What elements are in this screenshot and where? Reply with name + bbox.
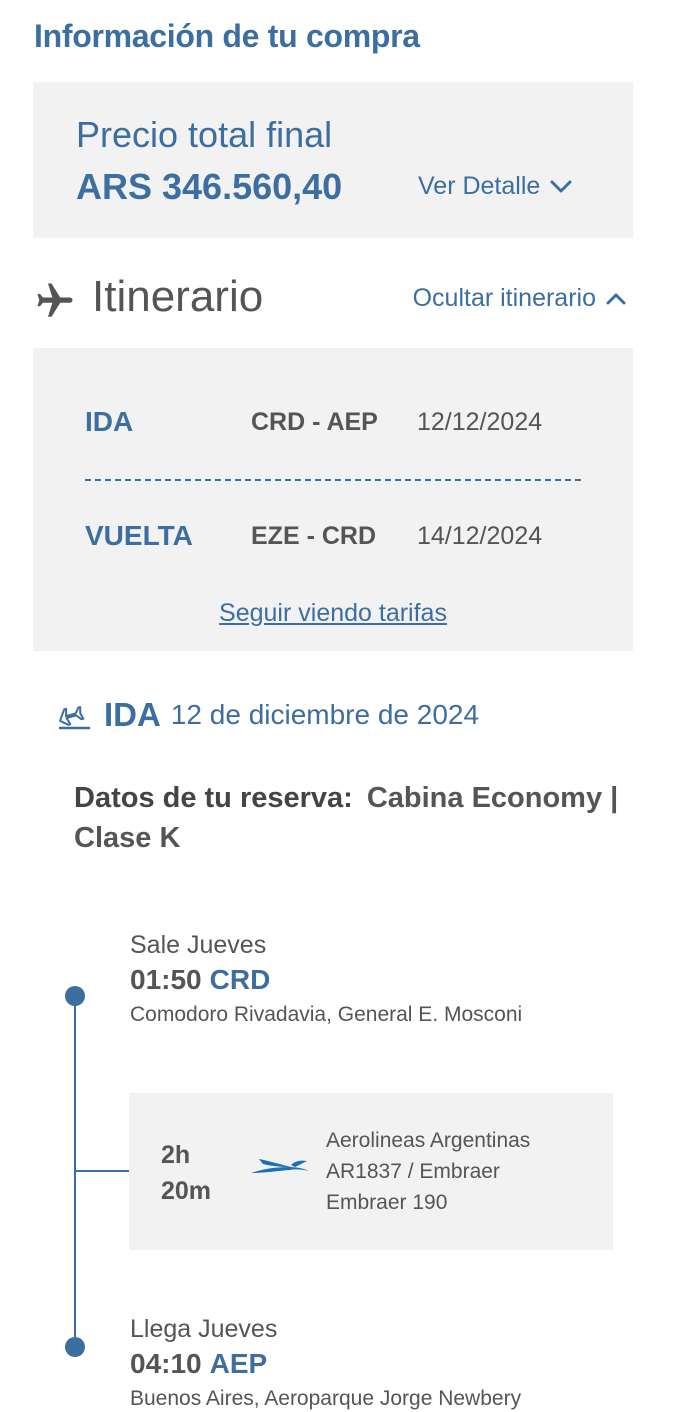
departure-time: 01:50 (130, 964, 202, 995)
itinerary-leg-ida: IDA CRD - AEP 12/12/2024 (85, 406, 585, 446)
price-card: Precio total final ARS 346.560,40 Ver De… (33, 82, 633, 238)
outbound-header: IDA 12 de diciembre de 2024 (56, 694, 479, 736)
outbound-label: IDA (104, 696, 161, 733)
purchase-info-title: Información de tu compra (34, 18, 420, 54)
departure-day: Sale Jueves (130, 931, 267, 959)
aerolineas-argentinas-logo (251, 1159, 309, 1173)
more-fares-link[interactable]: Seguir viendo tarifas (33, 599, 633, 628)
departure-code: CRD (209, 964, 271, 995)
booking-label: Datos de tu reserva: (74, 782, 353, 814)
timeline-line (74, 996, 76, 1348)
arrival-stop: Llega Jueves 04:10 AEP Buenos Aires, Aero… (130, 1312, 650, 1412)
flight-info: Aerolineas Argentinas AR1837 / Embraer E… (326, 1125, 530, 1218)
arrival-place: Buenos Aires, Aeroparque Jorge Newbery (130, 1387, 522, 1410)
itinerary-card: IDA CRD - AEP 12/12/2024 VUELTA EZE - CR… (33, 348, 633, 651)
airline-name: Aerolineas Argentinas (326, 1129, 531, 1152)
itinerary-title: Itinerario (92, 272, 264, 321)
duration-minutes: 20m (161, 1177, 212, 1205)
leg-date: 14/12/2024 (417, 522, 543, 550)
itinerary-leg-vuelta: VUELTA EZE - CRD 14/12/2024 (85, 520, 585, 560)
price-label: Precio total final (76, 114, 333, 155)
chevron-up-icon (606, 293, 626, 305)
departure-dot (65, 986, 85, 1006)
leg-type: IDA (85, 406, 134, 437)
outbound-date: 12 de diciembre de 2024 (170, 699, 480, 730)
arrival-day: Llega Jueves (130, 1315, 278, 1343)
arrival-code: AEP (209, 1348, 268, 1379)
arrival-time-row: 04:10 AEP (130, 1346, 650, 1382)
flight-departure-icon (58, 706, 91, 730)
itinerary-header: Itinerario Ocultar itinerario (34, 272, 634, 328)
price-value: ARS 346.560,40 (76, 166, 343, 207)
leg-date: 12/12/2024 (417, 408, 543, 436)
timeline-branch (74, 1170, 130, 1172)
departure-place: Comodoro Rivadavia, General E. Mosconi (130, 1003, 523, 1026)
leg-type: VUELTA (85, 520, 193, 551)
airplane-icon (37, 283, 73, 317)
aircraft-model: Embraer 190 (326, 1191, 448, 1214)
leg-divider (85, 479, 581, 481)
duration-hours: 2h (161, 1141, 191, 1169)
view-detail-button[interactable]: Ver Detalle (418, 172, 572, 201)
hide-itinerary-button[interactable]: Ocultar itinerario (413, 284, 626, 313)
flight-segment-card: 2h 20m Aerolineas Argentinas AR1837 / Em… (129, 1093, 613, 1250)
arrival-dot (65, 1337, 85, 1357)
view-detail-label: Ver Detalle (418, 172, 541, 200)
booking-details: Datos de tu reserva: Cabina Economy | Cla… (74, 778, 634, 858)
chevron-down-icon (550, 180, 572, 192)
flight-duration: 2h 20m (161, 1137, 241, 1209)
leg-route: EZE - CRD (251, 522, 376, 550)
departure-time-row: 01:50 CRD (130, 962, 650, 998)
departure-stop: Sale Jueves 01:50 CRD Comodoro Rivadavia,… (130, 928, 650, 1032)
leg-route: CRD - AEP (251, 408, 378, 436)
hide-itinerary-label: Ocultar itinerario (412, 284, 596, 312)
flight-number: AR1837 / Embraer (326, 1160, 500, 1183)
arrival-time: 04:10 (130, 1348, 202, 1379)
